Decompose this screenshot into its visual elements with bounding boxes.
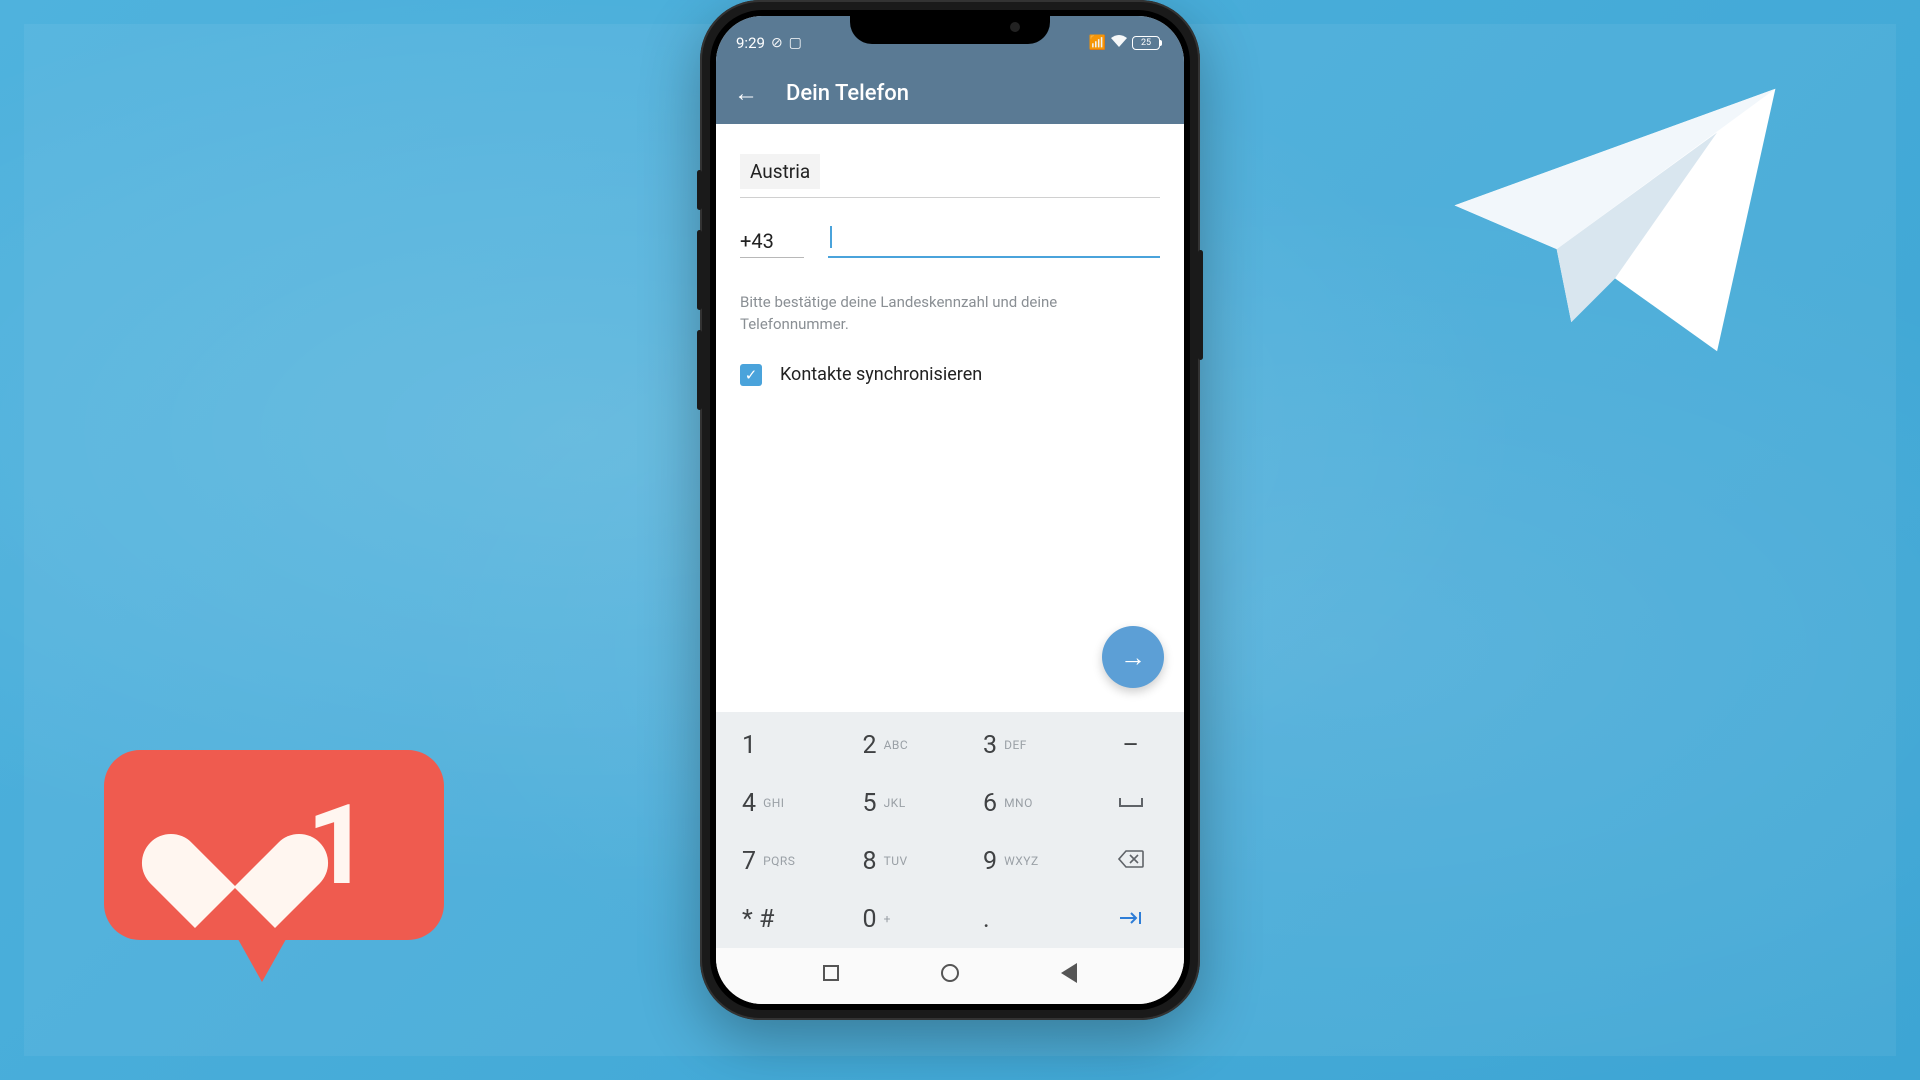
- sim-icon: ▢: [789, 35, 802, 51]
- keypad-dash[interactable]: –: [1082, 716, 1181, 774]
- keypad-digit: 2: [863, 731, 877, 760]
- keypad-key-[interactable]: .: [961, 890, 1082, 948]
- keypad-key-1[interactable]: 1: [720, 716, 841, 774]
- keypad-letters: JKL: [884, 796, 906, 810]
- page-title: Dein Telefon: [786, 81, 909, 106]
- phone-mockup: 9:29 ⊘ ▢ 📶 25 ← Dein Telefon Austria: [700, 0, 1200, 1020]
- country-selector[interactable]: Austria: [740, 154, 820, 189]
- like-bubble: 1: [104, 750, 444, 980]
- heart-icon: [178, 795, 288, 895]
- go-icon: [1118, 907, 1144, 931]
- keypad-letters: GHI: [763, 796, 785, 810]
- keypad-letters: MNO: [1004, 796, 1033, 810]
- keypad-digit: 5: [863, 789, 877, 818]
- status-time: 9:29: [736, 34, 765, 52]
- nav-back-button[interactable]: [1058, 962, 1080, 984]
- nav-recent-button[interactable]: [820, 962, 842, 984]
- app-header: ← Dein Telefon: [716, 62, 1184, 124]
- keypad-key-0[interactable]: 0+: [841, 890, 962, 948]
- keypad-digit: .: [983, 905, 990, 934]
- keypad-go[interactable]: [1082, 890, 1181, 948]
- battery-icon: 25: [1132, 36, 1160, 50]
- backspace-icon: [1118, 849, 1144, 873]
- keypad-letters: TUV: [884, 854, 908, 868]
- checkbox-checked-icon[interactable]: ✓: [740, 364, 762, 386]
- sync-contacts-row[interactable]: ✓ Kontakte synchronisieren: [740, 364, 1160, 386]
- keypad-digit: 9: [983, 847, 997, 876]
- keypad-digit: 3: [983, 731, 997, 760]
- keypad-digit: * #: [742, 905, 774, 934]
- keypad-digit: 8: [863, 847, 877, 876]
- keypad-key-9[interactable]: 9 WXYZ: [961, 832, 1082, 890]
- submit-fab[interactable]: →: [1102, 626, 1164, 688]
- nav-home-button[interactable]: [939, 962, 961, 984]
- keypad-digit: 7: [742, 847, 756, 876]
- keypad-digit: 0: [863, 905, 877, 934]
- numeric-keyboard: 1 2 ABC 3 DEF – 4 GHI 5 JKL 6 MNO 7 PQRS 8 TUV 9 WXYZ * # 0…: [716, 712, 1184, 948]
- keypad-key-5[interactable]: 5 JKL: [841, 774, 962, 832]
- keypad-digit: 4: [742, 789, 756, 818]
- alarm-off-icon: ⊘: [771, 35, 783, 51]
- keypad-backspace[interactable]: [1082, 832, 1181, 890]
- keypad-digit: 6: [983, 789, 997, 818]
- phone-number-input[interactable]: [828, 226, 1160, 258]
- keypad-key-7[interactable]: 7 PQRS: [720, 832, 841, 890]
- keypad-space[interactable]: [1082, 774, 1181, 832]
- signal-icon: 📶: [1089, 35, 1106, 51]
- telegram-plane-icon: [1440, 70, 1790, 370]
- android-nav-bar: [716, 948, 1184, 1004]
- content-area: Austria +43 Bitte bestätige deine Landes…: [716, 124, 1184, 712]
- sync-label: Kontakte synchronisieren: [780, 364, 982, 385]
- wifi-icon: [1111, 35, 1127, 51]
- keypad-digit: 1: [742, 731, 756, 760]
- country-code-input[interactable]: +43: [740, 229, 804, 258]
- keypad-key-8[interactable]: 8 TUV: [841, 832, 962, 890]
- keypad-key-4[interactable]: 4 GHI: [720, 774, 841, 832]
- keypad-key-2[interactable]: 2 ABC: [841, 716, 962, 774]
- keypad-letters: ABC: [884, 738, 909, 752]
- back-arrow-icon[interactable]: ←: [734, 79, 758, 108]
- hint-text: Bitte bestätige deine Landeskennzahl und…: [740, 292, 1100, 336]
- keypad-key-6[interactable]: 6 MNO: [961, 774, 1082, 832]
- keypad-letters: PQRS: [763, 854, 795, 868]
- space-icon: [1118, 791, 1144, 815]
- keypad-letters: DEF: [1004, 738, 1027, 752]
- keypad-letters: WXYZ: [1004, 854, 1039, 868]
- keypad-letters: +: [884, 912, 891, 926]
- arrow-right-icon: →: [1120, 642, 1146, 673]
- keypad-key-3[interactable]: 3 DEF: [961, 716, 1082, 774]
- keypad-key-[interactable]: * #: [720, 890, 841, 948]
- dash-icon: –: [1123, 731, 1139, 760]
- phone-notch: [850, 10, 1050, 44]
